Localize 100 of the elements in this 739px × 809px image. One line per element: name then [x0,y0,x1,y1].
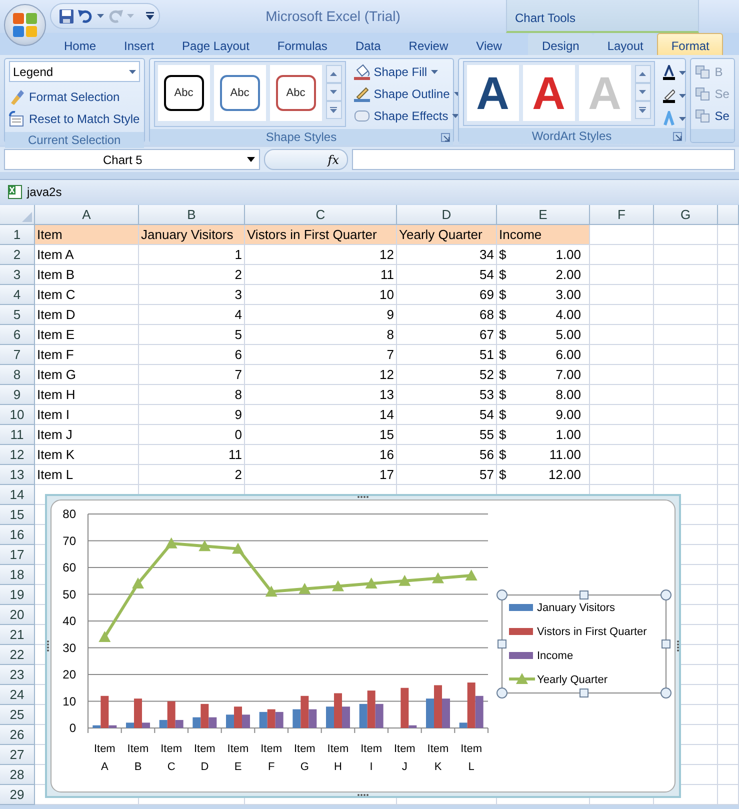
table-cell: January Visitors [139,225,245,245]
column-header[interactable]: B [139,205,245,225]
row-header[interactable]: 11 [0,425,35,445]
table-cell: 12 [245,365,397,385]
gallery-scroll-button[interactable] [634,83,651,101]
column-header[interactable]: E [497,205,590,225]
row-header[interactable]: 18 [0,565,35,585]
line-marker [332,580,344,592]
ribbon-tab[interactable]: Formulas [263,33,342,55]
row-header[interactable]: 22 [0,645,35,665]
row-header[interactable]: 5 [0,305,35,325]
row-header[interactable]: 9 [0,385,35,405]
ribbon-tab[interactable]: Format [657,33,724,55]
ribbon-tab[interactable]: Insert [110,33,168,55]
style-sample[interactable]: Abc [214,65,266,121]
category-label: Item I [360,743,382,773]
dialog-launcher-icon[interactable] [672,132,682,141]
office-button[interactable] [4,4,46,46]
table-cell: 0 [139,425,245,445]
ribbon-command[interactable]: Format Selection [9,86,140,108]
element-dropdown[interactable]: Legend [9,61,140,82]
row-header[interactable]: 27 [0,745,35,765]
wordart-sample[interactable]: A [522,65,575,121]
row-header[interactable]: 29 [0,785,35,805]
table-cell: 2 [139,465,245,485]
empty-cell [654,445,718,465]
row-header[interactable]: 20 [0,605,35,625]
category-label: Item E [227,743,249,773]
arrange-icon[interactable] [694,87,711,101]
row-header[interactable]: 19 [0,585,35,605]
column-header[interactable]: G [654,205,718,225]
row-header[interactable]: 12 [0,445,35,465]
row-header[interactable]: 16 [0,525,35,545]
ribbon-command[interactable]: Shape Outline [354,83,461,105]
gallery-scroll-button[interactable] [326,83,342,101]
column-header[interactable]: C [245,205,397,225]
format-brush-icon [9,89,25,105]
wordart-sample[interactable]: A [466,65,519,121]
ribbon-tab[interactable]: Review [394,33,462,55]
empty-cell [718,485,739,505]
dialog-launcher-icon[interactable] [440,133,450,142]
row-header[interactable]: 13 [0,465,35,485]
insert-function-button[interactable]: fx [264,149,348,170]
row-header[interactable]: 14 [0,485,35,505]
ribbon-tab[interactable]: Layout [593,33,658,55]
undo-icon[interactable] [78,9,93,23]
row-header[interactable]: 26 [0,725,35,745]
row-header[interactable]: 8 [0,365,35,385]
row-header[interactable]: 21 [0,625,35,645]
table-cell: 7 [245,345,397,365]
row-header[interactable]: 10 [0,405,35,425]
ribbon-tab[interactable]: View [462,33,516,55]
column-header[interactable]: D [397,205,497,225]
empty-cell [654,225,718,245]
row-header[interactable]: 28 [0,765,35,785]
ribbon-tab[interactable]: Design [528,33,594,55]
axis-label: 70 [62,534,76,548]
empty-cell [654,465,718,485]
gallery-scroll-button[interactable] [634,65,651,83]
style-sample[interactable]: Abc [270,65,322,121]
ribbon-command[interactable]: Se [714,107,730,125]
row-header[interactable]: 6 [0,325,35,345]
style-sample[interactable]: Abc [158,65,210,121]
ribbon-command[interactable]: Shape Fill [354,61,461,83]
ribbon-tab[interactable]: Data [341,33,395,55]
row-header[interactable]: 15 [0,505,35,525]
empty-cell [718,225,739,245]
save-icon[interactable] [59,8,74,24]
column-header[interactable]: A [35,205,139,225]
empty-cell [654,365,718,385]
column-header[interactable]: F [590,205,654,225]
caret-icon[interactable] [247,157,255,162]
row-header[interactable]: 17 [0,545,35,565]
row-header[interactable]: 1 [0,225,35,245]
sample-text: Abc [164,75,204,111]
gallery-scroll-button[interactable] [326,65,342,83]
gallery-scroll-button[interactable] [634,101,651,119]
ribbon-command[interactable]: Reset to Match Style [9,108,140,130]
text-fill-icon[interactable] [662,65,675,80]
text-outline-icon[interactable] [662,88,675,103]
table-cell: 53 [397,385,497,405]
row-header[interactable]: 7 [0,345,35,365]
formula-field[interactable] [352,149,735,170]
ribbon-command[interactable]: Shape Effects [354,105,461,127]
empty-cell [718,325,739,345]
workbook-title: java2s [27,184,62,201]
row-header[interactable]: 25 [0,705,35,725]
row-header[interactable]: 23 [0,665,35,685]
name-box[interactable]: Chart 5 [4,149,260,170]
row-header[interactable]: 4 [0,285,35,305]
gallery-scroll-button[interactable] [326,101,342,119]
ribbon-tab[interactable]: Page Layout [168,33,264,55]
customize-icon[interactable] [146,12,154,20]
pencil-icon [354,86,370,102]
row-header[interactable]: 24 [0,685,35,705]
empty-cell [718,305,739,325]
ribbon-tab[interactable]: Home [50,33,110,55]
arrange-icon[interactable] [694,65,711,79]
row-header[interactable]: 3 [0,265,35,285]
row-header[interactable]: 2 [0,245,35,265]
